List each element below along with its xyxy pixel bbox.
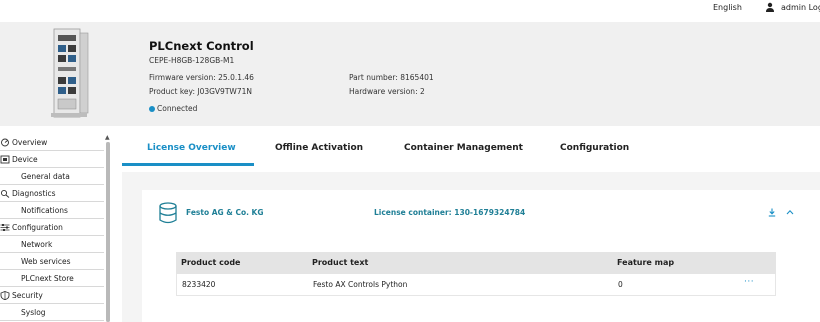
sidebar-item-label: Web services xyxy=(21,256,71,266)
chevron-up-icon[interactable] xyxy=(786,209,794,215)
sidebar-item-label: Configuration xyxy=(12,222,63,232)
sidebar-item-device[interactable]: Device xyxy=(0,151,104,168)
sidebar-item-label: Notifications xyxy=(21,205,68,215)
scroll-up-icon[interactable]: ▲ xyxy=(105,134,110,141)
tab-offline-activation[interactable]: Offline Activation xyxy=(275,143,363,153)
sidebar-item-label: Network xyxy=(21,239,53,249)
diagnostics-icon xyxy=(0,189,10,198)
connection-status-dot xyxy=(149,106,155,112)
scroll-thumb[interactable] xyxy=(106,142,110,322)
shield-icon xyxy=(0,291,10,300)
tab-configuration[interactable]: Configuration xyxy=(560,143,629,153)
sidebar: Overview Device General data Diagnostics… xyxy=(0,134,112,322)
sidebar-item-label: Overview xyxy=(12,137,48,147)
license-container-id: License container: 130-1679324784 xyxy=(374,208,526,217)
user-icon[interactable] xyxy=(765,2,775,12)
configuration-icon xyxy=(0,224,10,231)
sidebar-item-overview[interactable]: Overview xyxy=(0,134,104,151)
cell-product-text: Festo AX Controls Python xyxy=(313,280,408,289)
hardware-version: Hardware version: 2 xyxy=(349,87,425,96)
user-menu[interactable]: admin Log xyxy=(781,3,820,12)
table-row: 8233420 Festo AX Controls Python 0 ··· xyxy=(176,274,776,296)
part-number: Part number: 8165401 xyxy=(349,73,434,82)
column-header-product-code: Product code xyxy=(181,258,241,267)
row-more-options-button[interactable]: ··· xyxy=(744,277,754,287)
device-icon xyxy=(0,155,10,164)
cell-product-code: 8233420 xyxy=(182,280,216,289)
tab-license-overview[interactable]: License Overview xyxy=(147,143,236,153)
tab-container-management[interactable]: Container Management xyxy=(404,143,523,153)
sidebar-item-plcnext-store[interactable]: PLCnext Store xyxy=(0,270,104,287)
sidebar-item-notifications[interactable]: Notifications xyxy=(0,202,104,219)
table-header: Product code Product text Feature map xyxy=(176,252,776,274)
license-tabs: License Overview Offline Activation Cont… xyxy=(122,134,820,168)
sidebar-item-label: Device xyxy=(12,154,38,164)
device-title: PLCnext Control xyxy=(149,39,254,53)
sidebar-item-web-services[interactable]: Web services xyxy=(0,253,104,270)
license-content: Festo AG & Co. KG License container: 130… xyxy=(122,172,820,322)
sidebar-item-label: Security xyxy=(12,290,43,300)
active-tab-indicator xyxy=(122,163,254,166)
column-header-feature-map: Feature map xyxy=(617,258,675,267)
plc-device-image xyxy=(51,28,89,118)
top-bar: English admin Log xyxy=(0,0,820,22)
product-key: Product key: J03GV9TW71N xyxy=(149,87,252,96)
sidebar-item-diagnostics[interactable]: Diagnostics xyxy=(0,185,104,202)
sidebar-item-label: General data xyxy=(21,171,70,181)
sidebar-item-network[interactable]: Network xyxy=(0,236,104,253)
firmware-version: Firmware version: 25.0.1.46 xyxy=(149,73,254,82)
device-header: PLCnext Control CEPE-H8GB-128GB-M1 Firmw… xyxy=(0,22,820,126)
connection-status: Connected xyxy=(157,104,198,113)
sidebar-item-security[interactable]: Security xyxy=(0,287,104,304)
license-holder: Festo AG & Co. KG xyxy=(186,208,264,217)
sidebar-item-label: Diagnostics xyxy=(12,188,56,198)
cell-feature-map: 0 xyxy=(618,280,623,289)
download-icon[interactable] xyxy=(768,208,776,217)
column-header-product-text: Product text xyxy=(312,258,369,267)
device-model: CEPE-H8GB-128GB-M1 xyxy=(149,56,235,65)
sidebar-item-general-data[interactable]: General data xyxy=(0,168,104,185)
sidebar-scrollbar[interactable]: ▲ xyxy=(105,134,111,322)
sidebar-item-configuration[interactable]: Configuration xyxy=(0,219,104,236)
overview-icon xyxy=(1,138,9,147)
sidebar-item-label: PLCnext Store xyxy=(21,273,74,283)
language-selector[interactable]: English xyxy=(713,3,742,12)
database-icon xyxy=(159,202,177,224)
sidebar-item-label: Syslog xyxy=(21,307,46,317)
sidebar-item-syslog[interactable]: Syslog xyxy=(0,304,104,321)
